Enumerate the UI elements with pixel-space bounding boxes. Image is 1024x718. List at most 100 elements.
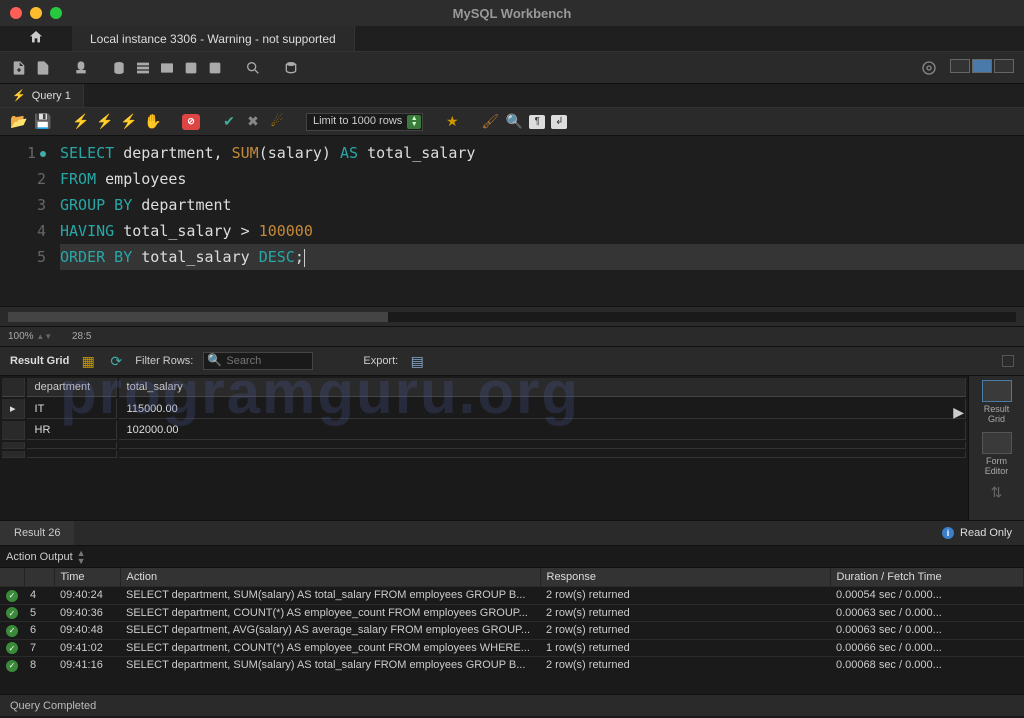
grid-icon <box>982 380 1012 402</box>
create-function-icon[interactable] <box>206 59 224 77</box>
explain-icon[interactable]: ⚡ <box>120 113 138 131</box>
action-row[interactable]: ✓ 5 09:40:36 SELECT department, COUNT(*)… <box>0 604 1024 622</box>
export-label: Export: <box>363 355 398 367</box>
action-duration: 0.00066 sec / 0.000... <box>830 639 1024 657</box>
stop-icon[interactable]: ✋ <box>144 113 162 131</box>
execute-icon[interactable]: ⚡ <box>72 113 90 131</box>
action-duration: 0.00063 sec / 0.000... <box>830 622 1024 640</box>
column-header[interactable]: total_salary <box>119 378 966 397</box>
query-tab[interactable]: ⚡ Query 1 <box>0 84 84 107</box>
action-text: SELECT department, COUNT(*) AS employee_… <box>120 639 540 657</box>
action-text: SELECT department, COUNT(*) AS employee_… <box>120 604 540 622</box>
action-row[interactable]: ✓ 8 09:41:16 SELECT department, SUM(sala… <box>0 657 1024 674</box>
status-bar: Query Completed <box>0 694 1024 716</box>
toggle-ac-icon[interactable]: ⊘ <box>182 114 200 130</box>
statement-marker-icon <box>40 151 46 157</box>
action-response: 2 row(s) returned <box>540 657 830 674</box>
result-table: department total_salary ▸ IT 115000.00 H… <box>0 376 968 460</box>
home-tab[interactable] <box>0 26 72 51</box>
beautify-icon[interactable]: 🖌 <box>481 113 499 131</box>
cell[interactable]: HR <box>27 421 117 440</box>
create-table-icon[interactable] <box>134 59 152 77</box>
new-sql-tab-icon[interactable] <box>10 59 28 77</box>
create-procedure-icon[interactable] <box>182 59 200 77</box>
row-handle[interactable] <box>2 421 25 440</box>
editor-code: SELECT department, SUM(salary) AS total_… <box>60 136 1024 306</box>
zoom-level[interactable]: 100% ▲▼ <box>0 331 64 342</box>
favorite-icon[interactable]: ★ <box>443 113 461 131</box>
action-time: 09:40:48 <box>54 622 120 640</box>
open-sql-icon[interactable] <box>34 59 52 77</box>
cursor-position: 28:5 <box>64 331 144 342</box>
right-panel-toggle[interactable] <box>994 59 1014 73</box>
result-grid[interactable]: programguru.org department total_salary … <box>0 376 968 520</box>
wrap-icon[interactable]: ↲ <box>551 115 567 129</box>
grid-view-icon[interactable]: ▦ <box>79 352 97 370</box>
save-file-icon[interactable]: 💾 <box>34 113 52 131</box>
col-duration[interactable]: Duration / Fetch Time <box>830 568 1024 587</box>
cell[interactable]: IT <box>27 399 117 419</box>
filter-label: Filter Rows: <box>135 355 193 367</box>
result-sidebar: Result Grid Form Editor ⇅ <box>968 376 1024 520</box>
horizontal-scrollbar[interactable] <box>8 312 1016 322</box>
success-icon: ✓ <box>6 660 18 672</box>
query-tab-row: ⚡ Query 1 <box>0 84 1024 108</box>
cell[interactable]: 102000.00 <box>119 421 966 440</box>
action-response: 2 row(s) returned <box>540 604 830 622</box>
action-time: 09:41:02 <box>54 639 120 657</box>
action-output-select[interactable]: Action Output <box>6 551 73 563</box>
action-index: 6 <box>24 622 54 640</box>
row-handle[interactable]: ▸ <box>2 399 25 419</box>
limit-stepper-icon: ▲▼ <box>407 115 421 129</box>
result-grid-view-button[interactable]: Result Grid <box>982 380 1012 424</box>
find-icon[interactable]: 🔍 <box>505 113 523 131</box>
action-response: 2 row(s) returned <box>540 622 830 640</box>
action-row[interactable]: ✓ 6 09:40:48 SELECT department, AVG(sala… <box>0 622 1024 640</box>
col-response[interactable]: Response <box>540 568 830 587</box>
scrollbar-thumb[interactable] <box>8 312 388 322</box>
connection-tab[interactable]: Local instance 3306 - Warning - not supp… <box>72 26 355 51</box>
rollback-icon[interactable]: ✖ <box>244 113 262 131</box>
action-row[interactable]: ✓ 4 09:40:24 SELECT department, SUM(sala… <box>0 587 1024 605</box>
form-editor-view-button[interactable]: Form Editor <box>982 432 1012 476</box>
col-action[interactable]: Action <box>120 568 540 587</box>
col-time[interactable]: Time <box>54 568 120 587</box>
success-icon: ✓ <box>6 625 18 637</box>
cell[interactable]: 115000.00 <box>119 399 966 419</box>
sidebar-label: Form Editor <box>985 456 1009 476</box>
autocommit-icon[interactable]: ☄ <box>268 113 286 131</box>
left-panel-toggle[interactable] <box>950 59 970 73</box>
create-view-icon[interactable] <box>158 59 176 77</box>
table-row[interactable]: ▸ IT 115000.00 <box>2 399 966 419</box>
open-file-icon[interactable]: 📂 <box>10 113 28 131</box>
commit-icon[interactable]: ✔ <box>220 113 238 131</box>
action-response: 1 row(s) returned <box>540 639 830 657</box>
result-grid-label: Result Grid <box>10 355 69 367</box>
create-schema-icon[interactable] <box>110 59 128 77</box>
sql-editor[interactable]: 1 2 3 4 5 SELECT department, SUM(salary)… <box>0 136 1024 306</box>
search-table-icon[interactable] <box>244 59 262 77</box>
invisible-icon[interactable]: ¶ <box>529 115 545 129</box>
reconnect-icon[interactable] <box>282 59 300 77</box>
action-index: 4 <box>24 587 54 605</box>
action-duration: 0.00054 sec / 0.000... <box>830 587 1024 605</box>
action-time: 09:41:16 <box>54 657 120 674</box>
bottom-panel-toggle[interactable] <box>972 59 992 73</box>
result-tab[interactable]: Result 26 <box>0 521 74 545</box>
table-row[interactable]: HR 102000.00 <box>2 421 966 440</box>
wrap-cells-toggle[interactable] <box>1002 355 1014 367</box>
export-icon[interactable]: ▤ <box>408 352 426 370</box>
action-duration: 0.00068 sec / 0.000... <box>830 657 1024 674</box>
action-index: 7 <box>24 639 54 657</box>
expand-sidebar-icon[interactable]: ⇅ <box>991 484 1003 501</box>
action-row[interactable]: ✓ 7 09:41:02 SELECT department, COUNT(*)… <box>0 639 1024 657</box>
settings-icon[interactable] <box>920 59 938 77</box>
main-toolbar <box>0 52 1024 84</box>
connection-tab-row: Local instance 3306 - Warning - not supp… <box>0 26 1024 52</box>
refresh-icon[interactable]: ⟳ <box>107 352 125 370</box>
execute-current-icon[interactable]: ⚡ <box>96 113 114 131</box>
limit-select[interactable]: Limit to 1000 rows ▲▼ <box>306 113 423 131</box>
inspector-icon[interactable] <box>72 59 90 77</box>
next-page-icon[interactable]: ▶ <box>953 404 964 421</box>
column-header[interactable]: department <box>27 378 117 397</box>
